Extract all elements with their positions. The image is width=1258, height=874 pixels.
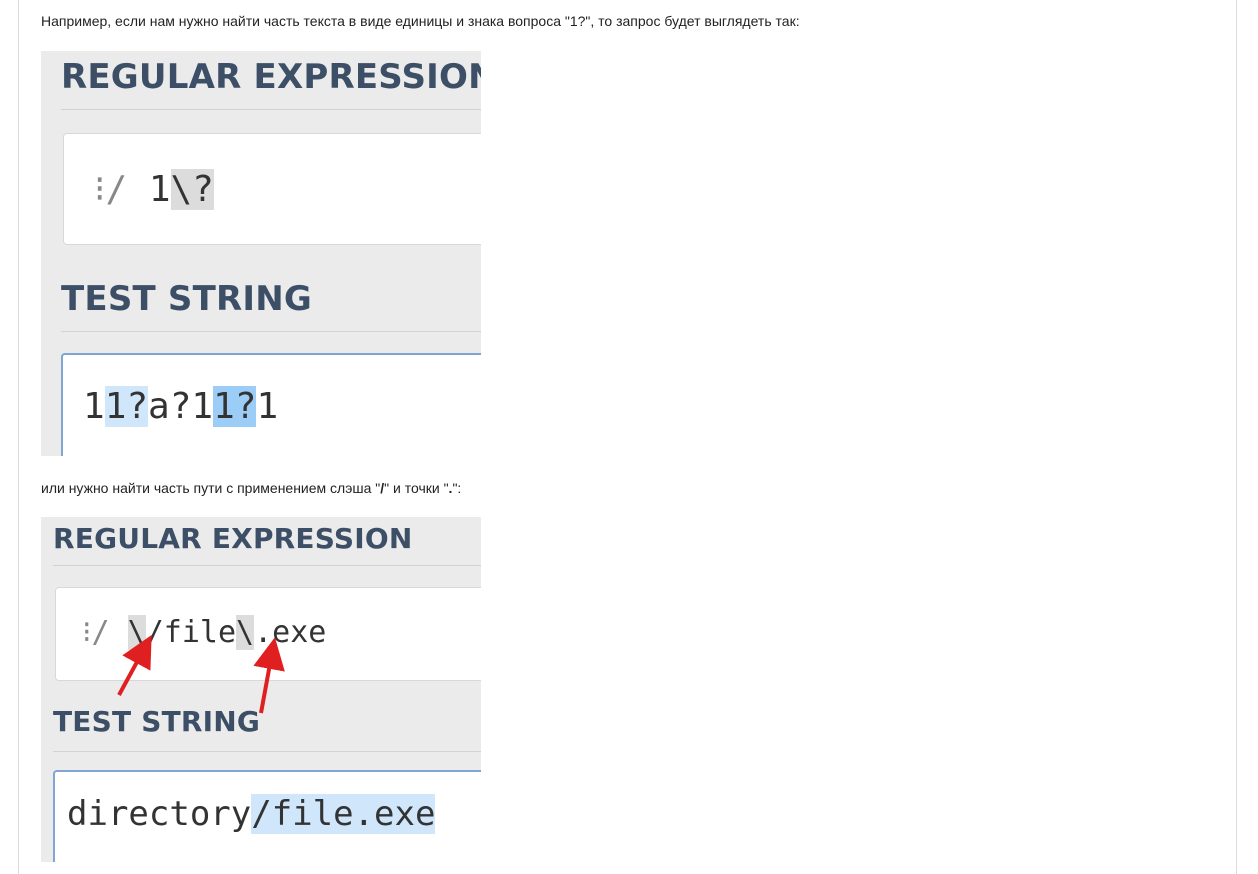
match-highlight: 1? [213,386,257,427]
regex-header: REGULAR EXPRESSION [61,57,481,97]
regex-literal: 1 [148,169,171,210]
match-highlight: 1? [104,386,149,427]
paragraph-2: или нужно найти часть пути с применением… [41,480,462,496]
divider [61,331,481,332]
regex-escape: \? [170,169,214,210]
red-arrow-icon [117,634,152,696]
paragraph-1: Например, если нам нужно найти часть тек… [41,13,800,29]
regex-input: ⁝/ 1\? [63,133,481,245]
test-text: a?1 [148,386,214,427]
regex-screenshot-2: REGULAR EXPRESSION ⁝/ \/file\.exe TEST S… [41,517,481,862]
divider [61,109,481,110]
test-string-input: 11?a?11?1 [61,353,481,456]
annotation-arrows [117,634,285,714]
regex-flag: ⁝/ [94,169,128,210]
red-arrow-icon [253,637,285,714]
test-string-header: TEST STRING [61,279,313,319]
test-text: 1 [256,386,279,427]
test-text: 1 [83,386,105,427]
regex-screenshot-1: REGULAR EXPRESSION ⁝/ 1\? TEST STRING 11… [41,51,481,456]
